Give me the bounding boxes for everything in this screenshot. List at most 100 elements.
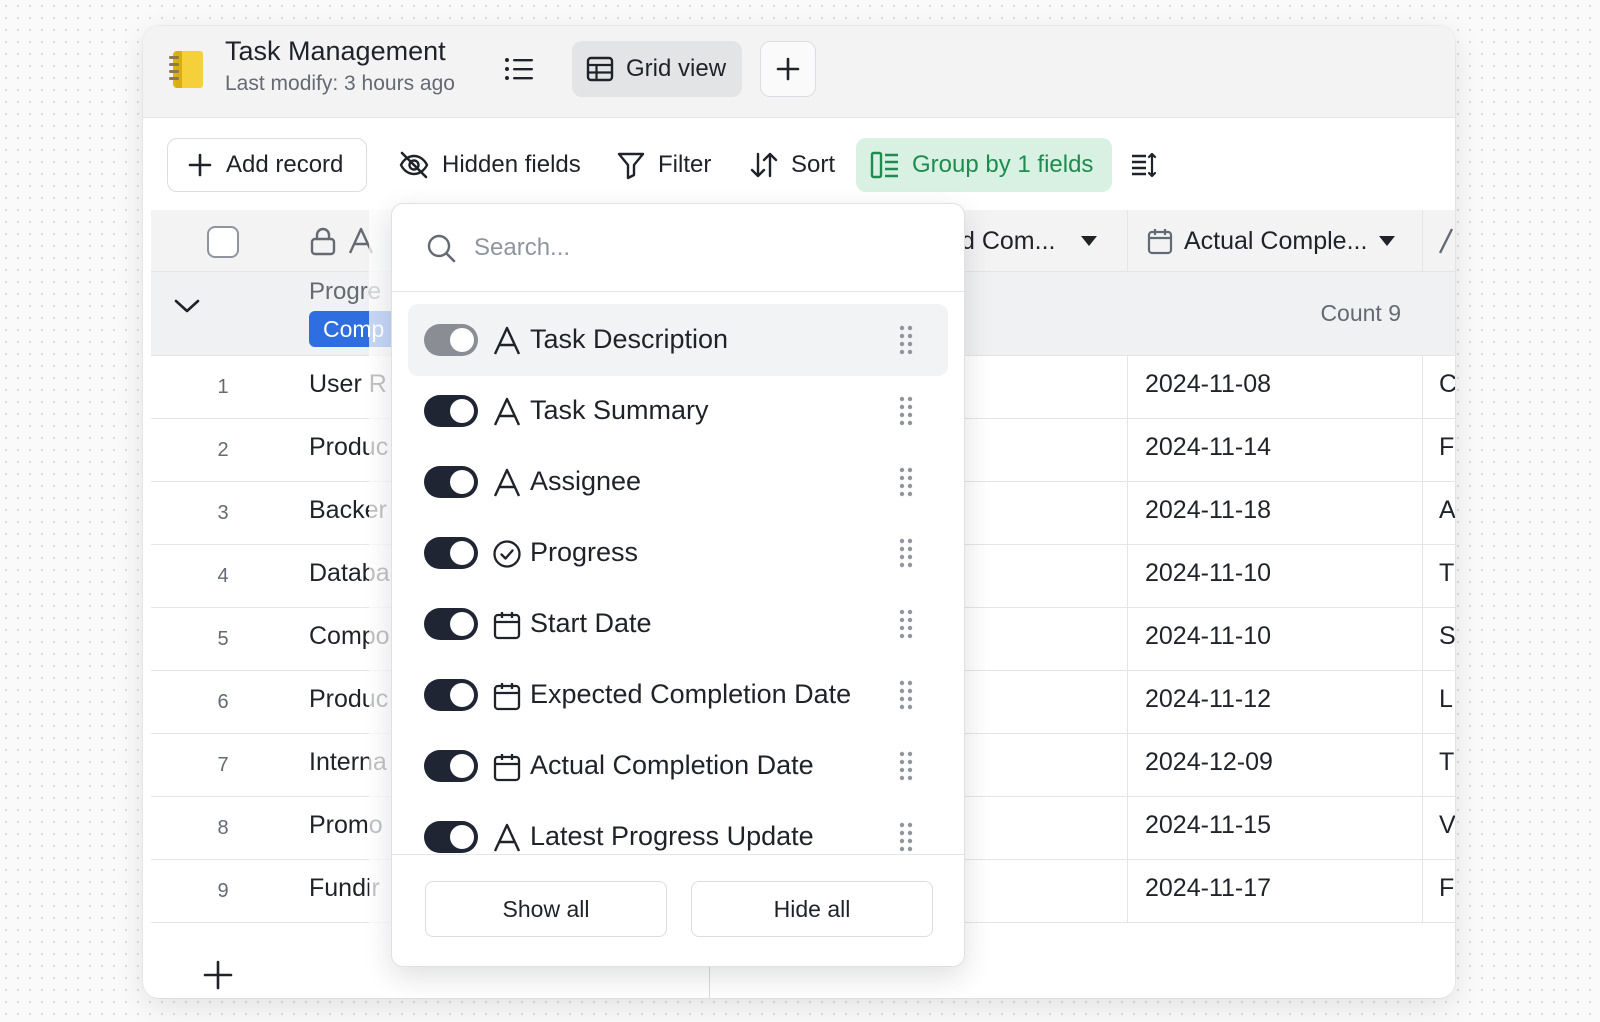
cell-next-column[interactable]: V [1422, 797, 1455, 859]
add-row-button[interactable] [203, 960, 233, 995]
filter-label: Filter [658, 151, 712, 178]
field-item[interactable]: Task Description [408, 304, 948, 376]
field-item[interactable]: Task Summary [408, 375, 948, 447]
cell-actual-completion[interactable]: 2024-11-17 [1127, 860, 1422, 922]
drag-handle-icon[interactable] [898, 324, 914, 361]
field-item[interactable]: Start Date [408, 588, 948, 660]
last-modified-text: Last modify: 3 hours ago [225, 72, 455, 95]
plus-icon [776, 57, 800, 81]
drag-handle-icon[interactable] [898, 537, 914, 574]
field-item[interactable]: Progress [408, 517, 948, 589]
cell-next-column[interactable]: F [1422, 419, 1455, 481]
cell-actual-completion[interactable]: 2024-11-10 [1127, 608, 1422, 670]
search-input[interactable] [474, 233, 894, 262]
select-all-checkbox[interactable] [207, 226, 239, 258]
toolbar-actions: Hidden fields Filter Sort Group by 1 fie… [143, 118, 1455, 208]
field-item[interactable]: Expected Completion Date [408, 659, 948, 731]
group-by-button[interactable]: Group by 1 fields [856, 138, 1112, 192]
column-header-expected-completion[interactable]: d Com... [961, 210, 1099, 272]
field-label: Progress [530, 537, 639, 567]
row-number: 2 [217, 439, 229, 461]
group-by-label: Group by 1 fields [912, 151, 1094, 178]
row-height-icon [1132, 152, 1157, 178]
collapse-group-button[interactable] [173, 296, 201, 321]
drag-handle-icon[interactable] [898, 821, 914, 858]
text-icon [1439, 228, 1453, 254]
field-visibility-toggle[interactable] [424, 324, 478, 356]
filter-icon [617, 152, 645, 180]
drag-handle-icon[interactable] [898, 608, 914, 645]
hidden-fields-button[interactable]: Hidden fields [398, 138, 581, 192]
column-header-actual-completion[interactable]: Actual Comple... [1127, 210, 1422, 272]
sort-icon [750, 152, 778, 178]
search-icon [427, 234, 456, 262]
cell-next-column[interactable]: L [1422, 671, 1455, 733]
drag-handle-icon[interactable] [898, 750, 914, 787]
row-number: 4 [217, 565, 229, 587]
field-label: Assignee [530, 466, 642, 496]
column-header-next[interactable] [1422, 210, 1455, 272]
view-list-button[interactable] [501, 52, 537, 86]
cell-next-column[interactable]: C [1422, 356, 1455, 418]
tab-grid-view-label: Grid view [626, 55, 727, 82]
row-number: 6 [217, 691, 229, 713]
sort-label: Sort [791, 151, 836, 178]
check-circle-icon [492, 539, 522, 569]
field-visibility-toggle[interactable] [424, 679, 478, 711]
cell-actual-completion[interactable]: 2024-11-12 [1127, 671, 1422, 733]
column-header-primary[interactable] [309, 210, 375, 272]
drag-handle-icon[interactable] [898, 466, 914, 503]
page-title: Task Management [225, 36, 446, 66]
field-search [392, 204, 964, 292]
tab-grid-view[interactable]: Grid view [572, 41, 742, 97]
chevron-down-icon [174, 299, 200, 313]
text-icon [492, 326, 522, 356]
cell-next-column[interactable]: A [1422, 482, 1455, 544]
cell-next-column[interactable]: T [1422, 734, 1455, 796]
field-visibility-toggle[interactable] [424, 750, 478, 782]
row-number: 8 [217, 817, 229, 839]
cell-next-column[interactable]: F [1422, 860, 1455, 922]
list-icon [505, 58, 533, 80]
sort-button[interactable]: Sort [749, 138, 835, 192]
eye-off-icon [399, 151, 429, 179]
cell-actual-completion[interactable]: 2024-12-09 [1127, 734, 1422, 796]
show-all-button[interactable]: Show all [425, 881, 667, 937]
group-icon [870, 151, 898, 179]
drag-handle-icon[interactable] [898, 679, 914, 716]
add-view-button[interactable] [760, 41, 816, 97]
field-visibility-toggle[interactable] [424, 466, 478, 498]
calendar-icon [492, 610, 522, 640]
cell-next-column[interactable]: S [1422, 608, 1455, 670]
row-number: 3 [217, 502, 229, 524]
text-icon [492, 468, 522, 498]
filter-button[interactable]: Filter [616, 138, 711, 192]
field-label: Start Date [530, 608, 652, 638]
row-number: 5 [217, 628, 229, 650]
caret-down-icon [1379, 236, 1396, 246]
cell-next-column[interactable]: T [1422, 545, 1455, 607]
cell-actual-completion[interactable]: 2024-11-15 [1127, 797, 1422, 859]
drag-handle-icon[interactable] [898, 395, 914, 432]
header-bar: Task Management Last modify: 3 hours ago… [143, 26, 1455, 118]
calendar-icon [1147, 229, 1173, 255]
field-item[interactable]: Latest Progress Update [408, 801, 948, 858]
caret-down-icon [1081, 236, 1098, 246]
cell-actual-completion[interactable]: 2024-11-18 [1127, 482, 1422, 544]
field-visibility-toggle[interactable] [424, 395, 478, 427]
cell-actual-completion[interactable]: 2024-11-08 [1127, 356, 1422, 418]
hide-all-button[interactable]: Hide all [691, 881, 933, 937]
panel-footer: Show all Hide all [392, 854, 964, 966]
field-list: Task Description Task Summary Assignee Prog… [392, 292, 964, 858]
field-item[interactable]: Assignee [408, 446, 948, 518]
field-visibility-toggle[interactable] [424, 821, 478, 853]
text-icon [492, 397, 522, 427]
calendar-icon [492, 681, 522, 711]
row-height-button[interactable] [1130, 138, 1158, 192]
row-number: 7 [217, 754, 229, 776]
cell-actual-completion[interactable]: 2024-11-10 [1127, 545, 1422, 607]
field-visibility-toggle[interactable] [424, 537, 478, 569]
field-item[interactable]: Actual Completion Date [408, 730, 948, 802]
cell-actual-completion[interactable]: 2024-11-14 [1127, 419, 1422, 481]
field-visibility-toggle[interactable] [424, 608, 478, 640]
